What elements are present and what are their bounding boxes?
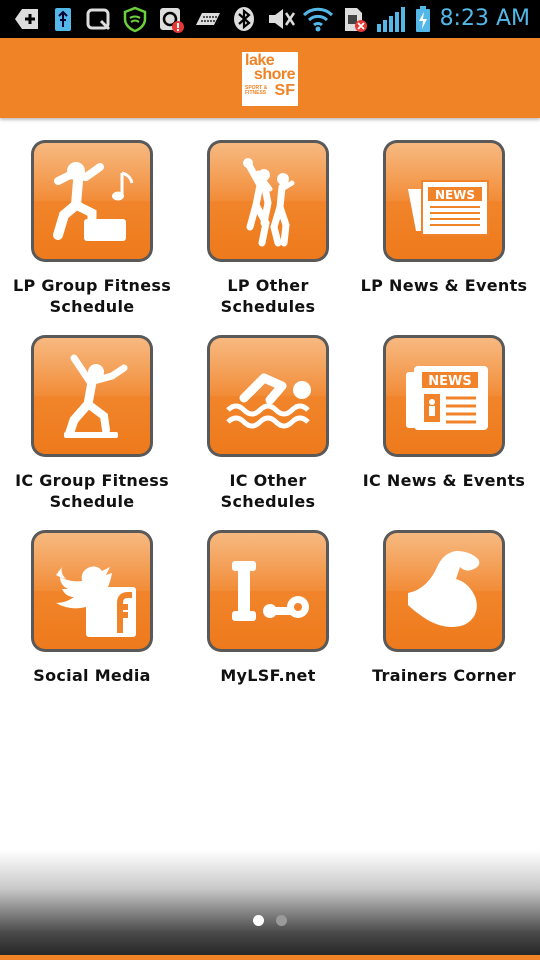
bottom-gradient: [0, 850, 540, 960]
wifi-icon: [302, 5, 334, 33]
dumbbells-icon: [232, 561, 309, 621]
page-indicator-inactive[interactable]: [276, 915, 287, 926]
battery-charging-icon: [414, 5, 432, 33]
swimmer-icon: [226, 373, 311, 429]
twitter-facebook-icon: [56, 566, 136, 637]
lp-other-schedules-button[interactable]: [207, 140, 329, 262]
tile-ic-other-schedules[interactable]: IC Other Schedules: [180, 335, 356, 515]
ic-news-events-button[interactable]: NEWS: [383, 335, 505, 457]
tile-label-line1: IC Group Fitness: [15, 471, 169, 490]
tile-label-line1: LP News & Events: [360, 276, 528, 295]
bluetooth-icon: [232, 5, 256, 33]
ic-group-fitness-button[interactable]: [31, 335, 153, 457]
tile-lp-group-fitness[interactable]: LP Group Fitness Schedule: [4, 140, 180, 320]
logo-sf: SF: [274, 82, 295, 99]
clock: 8:23 AM: [439, 6, 530, 31]
bottom-accent-bar: [0, 955, 540, 960]
tile-label-line1: LP Group Fitness: [12, 276, 172, 295]
app-header: lake shore SPORT & FITNESS SF: [0, 38, 540, 118]
tile-label-line2: Schedules: [220, 492, 316, 511]
flexed-arm-icon: [408, 551, 480, 627]
tile-social-media[interactable]: Social Media: [4, 530, 180, 690]
lakeshore-logo: lake shore SPORT & FITNESS SF: [242, 52, 298, 106]
add-icon: [12, 5, 40, 33]
tile-lp-news-events[interactable]: NEWS LP News & Events: [356, 140, 532, 320]
mute-icon: [266, 5, 296, 33]
sim-missing-icon: [342, 5, 368, 33]
at-notification-icon: [158, 5, 186, 33]
tile-label-line1: Trainers Corner: [372, 666, 516, 685]
dance-step-icon: [53, 162, 134, 241]
tile-label-line1: IC News & Events: [362, 471, 526, 490]
logo-small2: FITNESS: [245, 90, 267, 96]
tile-label-line1: MyLSF.net: [220, 666, 316, 685]
keyboard-icon: [194, 5, 222, 33]
tile-label-line1: Social Media: [33, 666, 151, 685]
status-bar: 8:23 AM: [0, 0, 540, 38]
lp-news-events-button[interactable]: NEWS: [383, 140, 505, 262]
tile-label-line1: IC Other: [229, 471, 307, 490]
signal-icon: [376, 5, 406, 33]
shield-icon: [122, 5, 148, 33]
lp-group-fitness-button[interactable]: [31, 140, 153, 262]
news-document-icon: NEWS: [406, 366, 488, 430]
social-media-button[interactable]: [31, 530, 153, 652]
tile-label-line2: Schedule: [49, 492, 135, 511]
tile-lp-other-schedules[interactable]: LP Other Schedules: [180, 140, 356, 320]
tile-trainers-corner[interactable]: Trainers Corner: [356, 530, 532, 690]
trainers-corner-button[interactable]: [383, 530, 505, 652]
newspaper-icon: NEWS: [408, 180, 489, 236]
tile-ic-group-fitness[interactable]: IC Group Fitness Schedule: [4, 335, 180, 515]
logo-line2: shore: [253, 66, 296, 83]
svg-text:NEWS: NEWS: [435, 188, 475, 202]
tile-label-line2: Schedules: [220, 297, 316, 316]
tile-label-line1: LP Other: [227, 276, 309, 295]
page-indicator-active[interactable]: [253, 915, 264, 926]
tile-label-line2: Schedule: [49, 297, 135, 316]
mylsf-button[interactable]: [207, 530, 329, 652]
svg-text:NEWS: NEWS: [428, 374, 471, 389]
ic-other-schedules-button[interactable]: [207, 335, 329, 457]
tile-ic-news-events[interactable]: NEWS IC News & Events: [356, 335, 532, 515]
tile-mylsf[interactable]: MyLSF.net: [180, 530, 356, 690]
search-app-icon: [86, 5, 112, 33]
aerobics-icon: [64, 354, 128, 438]
basketball-players-icon: [243, 158, 295, 247]
usb-icon: [52, 5, 74, 33]
